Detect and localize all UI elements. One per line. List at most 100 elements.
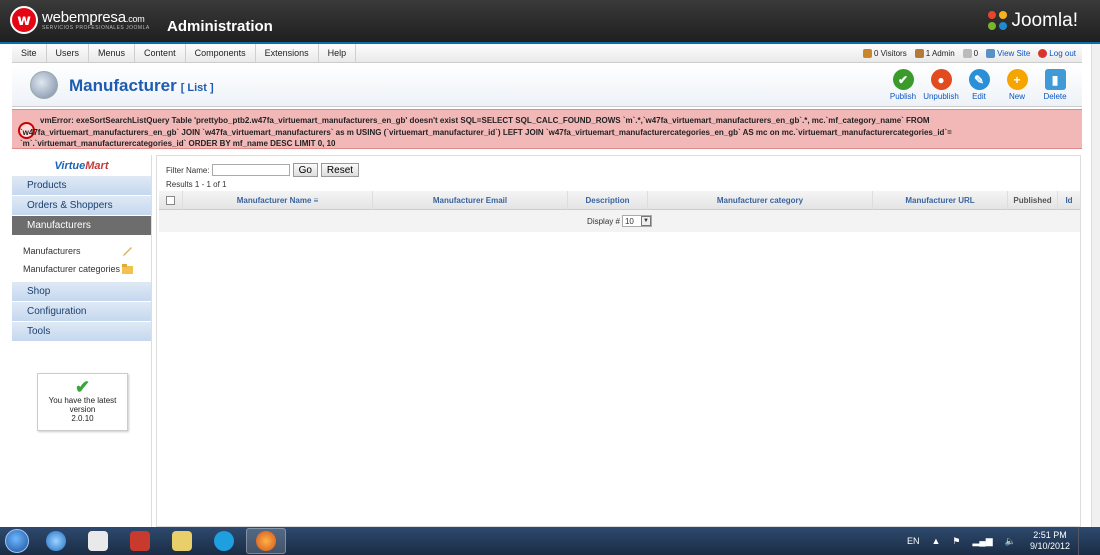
menu-menus[interactable]: Menus — [89, 43, 136, 63]
admin-title: Administration — [167, 18, 273, 35]
edit-button[interactable]: ✎ Edit — [960, 69, 998, 101]
windows-logo-icon — [5, 529, 29, 553]
logo-name: webempresa — [42, 9, 126, 26]
menu-site[interactable]: Site — [12, 43, 47, 63]
col-manufacturer-name[interactable]: Manufacturer Name ≡ — [183, 190, 373, 210]
subitem-manufacturer-categories[interactable]: Manufacturer categories — [12, 260, 151, 278]
col-id[interactable]: Id — [1058, 191, 1080, 210]
sidebar-item-tools[interactable]: Tools — [12, 322, 151, 342]
check-icon: ✔ — [74, 377, 91, 397]
unpublish-button[interactable]: ● Unpublish — [922, 69, 960, 101]
folder-icon — [122, 264, 133, 274]
filter-label: Filter Name: — [166, 165, 210, 175]
app-icon — [130, 531, 150, 551]
results-count: Results 1 - 1 of 1 — [166, 180, 227, 189]
pagination-row: Display # 10 ▼ — [159, 210, 1080, 232]
taskbar-media-player[interactable] — [78, 528, 118, 554]
col-manufacturer-email[interactable]: Manufacturer Email — [373, 190, 568, 210]
page-subtitle: [ List ] — [180, 82, 214, 94]
table-header: Manufacturer Name ≡ Manufacturer Email D… — [159, 190, 1080, 210]
display-count-select[interactable]: 10 ▼ — [621, 215, 652, 227]
subitem-manufacturers[interactable]: Manufacturers — [12, 242, 151, 260]
virtuemart-logo: Virtue Mart — [12, 155, 151, 176]
users-icon — [862, 48, 872, 58]
new-button[interactable]: + New — [998, 69, 1036, 101]
action-toolbar: ✔ Publish ● Unpublish ✎ Edit + New ▮ Del… — [884, 69, 1074, 101]
volume-icon[interactable]: 🔈 — [1005, 536, 1016, 547]
clock-date: 9/10/2012 — [1029, 541, 1070, 551]
admin-menu-bar: Site Users Menus Content Components Exte… — [12, 43, 1082, 63]
plus-icon: + — [1006, 69, 1028, 90]
taskbar-internet-explorer[interactable] — [36, 528, 76, 554]
toolbar-area: Manufacturer[ List ] ✔ Publish ● Unpubli… — [12, 63, 1082, 107]
clock-time: 2:51 PM — [1033, 530, 1067, 540]
menu-extensions[interactable]: Extensions — [256, 43, 319, 63]
version-number: 2.0.10 — [71, 414, 94, 423]
media-player-icon — [88, 531, 108, 551]
filter-name-input[interactable] — [211, 164, 290, 176]
language-indicator[interactable]: EN — [907, 536, 920, 546]
internet-explorer-icon — [46, 531, 66, 551]
start-button[interactable] — [0, 527, 34, 555]
manufacturer-icon — [30, 71, 58, 99]
joomla-admin-window: w webempresa.com SERVICIOS PROFESIONALES… — [0, 0, 1100, 555]
publish-button[interactable]: ✔ Publish — [884, 69, 922, 101]
logo-suffix: .com — [125, 14, 145, 24]
page-scrollbar[interactable] — [1091, 44, 1100, 527]
error-text: vmError: exeSortSearchListQuery Table 'p… — [20, 116, 952, 148]
sidebar-item-manufacturers[interactable]: Manufacturers — [12, 216, 151, 236]
sidebar-item-products[interactable]: Products — [12, 176, 151, 196]
manufacturers-submenu: Manufacturers Manufacturer categories — [12, 236, 151, 282]
delete-button[interactable]: ▮ Delete — [1036, 69, 1074, 101]
go-button[interactable]: Go — [292, 163, 318, 177]
tray-expand-icon[interactable]: ▲ — [932, 536, 941, 546]
menu-content[interactable]: Content — [135, 43, 186, 63]
page-title: Manufacturer[ List ] — [69, 76, 214, 95]
select-all-cell — [159, 190, 183, 210]
action-center-icon[interactable]: ⚑ — [952, 536, 960, 547]
reset-button[interactable]: Reset — [320, 163, 360, 177]
menu-help[interactable]: Help — [319, 43, 357, 63]
firefox-icon — [256, 531, 276, 551]
logout-link[interactable]: Log out — [1038, 48, 1076, 58]
joomla-brand-text: Joomla! — [1011, 10, 1078, 31]
admin-header: w webempresa.com SERVICIOS PROFESIONALES… — [0, 0, 1100, 44]
network-icon[interactable]: ▂▄▆ — [973, 536, 993, 547]
sidebar-item-configuration[interactable]: Configuration — [12, 302, 151, 322]
sidebar-item-shop[interactable]: Shop — [12, 282, 151, 302]
taskbar-explorer[interactable] — [162, 528, 202, 554]
taskbar-skype[interactable] — [204, 528, 244, 554]
stop-icon: ● — [930, 69, 952, 90]
taskbar-app-red[interactable] — [120, 528, 160, 554]
error-message: vmError: exeSortSearchListQuery Table 'p… — [12, 109, 1082, 149]
col-manufacturer-url[interactable]: Manufacturer URL — [873, 190, 1008, 210]
view-site-link[interactable]: View Site — [986, 48, 1030, 58]
show-desktop-button[interactable] — [1078, 527, 1088, 555]
version-message: You have the latest version — [48, 396, 117, 414]
menu-users[interactable]: Users — [47, 43, 90, 63]
taskbar-firefox[interactable] — [246, 528, 286, 554]
message-icon — [962, 48, 972, 58]
filter-row: Filter Name: Go Reset — [166, 163, 360, 177]
wrench-icon — [123, 247, 132, 256]
check-icon: ✔ — [892, 69, 914, 90]
visitors-status: 0 Visitors — [862, 48, 907, 58]
menu-components[interactable]: Components — [186, 43, 256, 63]
col-description[interactable]: Description — [568, 190, 648, 210]
sidebar-item-orders[interactable]: Orders & Shoppers — [12, 196, 151, 216]
logout-icon — [1038, 48, 1048, 58]
monitor-icon — [986, 48, 996, 58]
manufacturer-list-panel: Filter Name: Go Reset Results 1 - 1 of 1… — [156, 155, 1081, 527]
manufacturer-table: Manufacturer Name ≡ Manufacturer Email D… — [159, 190, 1080, 232]
webempresa-logo[interactable]: w webempresa.com SERVICIOS PROFESIONALES… — [10, 6, 150, 34]
messages-status[interactable]: 0 — [962, 48, 978, 58]
logo-tagline: SERVICIOS PROFESIONALES JOOMLA — [42, 25, 150, 31]
skype-icon — [214, 531, 234, 551]
status-area: 0 Visitors 1 Admin 0 View Site Log out — [855, 48, 1082, 58]
virtuemart-sidebar: Virtue Mart Products Orders & Shoppers Ma… — [12, 155, 152, 527]
col-published: Published — [1008, 190, 1058, 210]
col-manufacturer-category[interactable]: Manufacturer category — [648, 190, 873, 210]
pencil-icon: ✎ — [968, 69, 990, 90]
clock[interactable]: 2:51 PM 9/10/2012 — [1030, 530, 1070, 552]
select-all-checkbox[interactable] — [166, 195, 175, 205]
